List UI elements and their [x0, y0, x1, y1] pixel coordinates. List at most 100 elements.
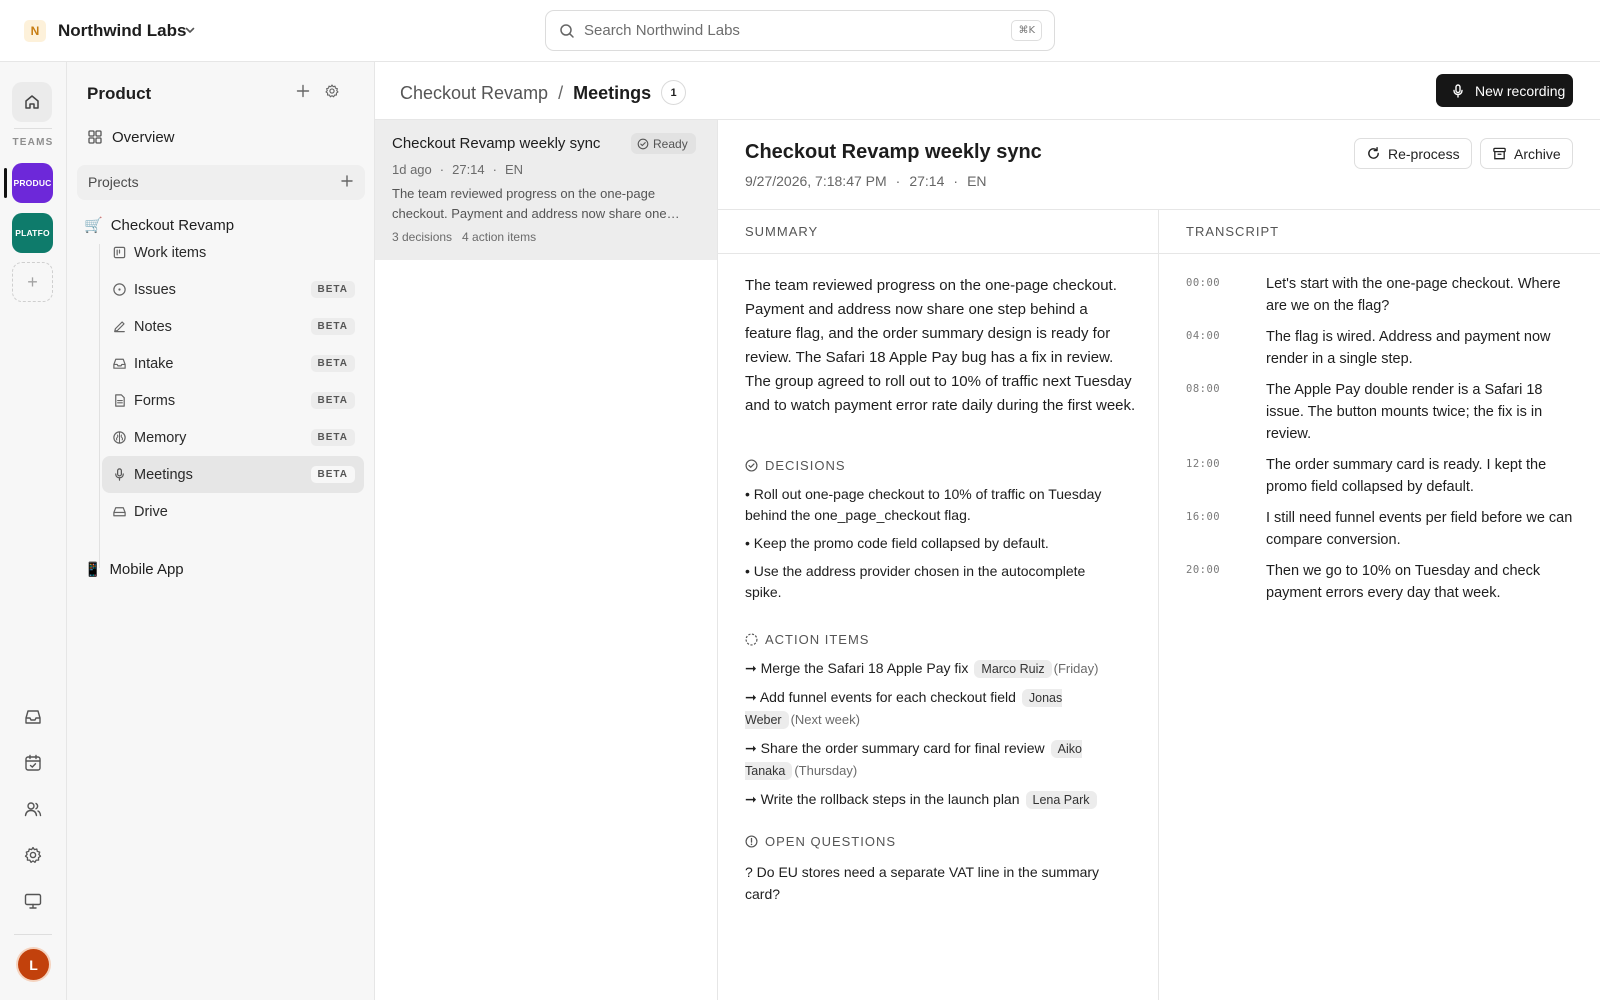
- list-item[interactable]: Checkout Revamp weekly sync Ready 1d ago…: [375, 120, 717, 260]
- avatar[interactable]: L: [18, 949, 49, 980]
- active-team-indicator: [4, 168, 7, 198]
- transcript-text: The order summary card is ready. I kept …: [1266, 457, 1547, 495]
- sidebar-item-overview[interactable]: Overview: [87, 126, 175, 148]
- action-items-count: 4 action items: [462, 230, 537, 244]
- meeting-age: 1d ago: [392, 162, 432, 177]
- drive-icon: [111, 504, 127, 520]
- calendar-icon[interactable]: [20, 750, 46, 776]
- project-sidebar: Product Overview Projects 🛒 Checkout Rev…: [67, 62, 375, 1000]
- sidebar-item-memory[interactable]: Memory BETA: [102, 419, 364, 456]
- project-mobile-app[interactable]: 📱 Mobile App: [84, 558, 184, 580]
- team-title: Product: [87, 84, 152, 103]
- gear-icon[interactable]: [324, 83, 340, 99]
- list-item: ? Do EU stores need a separate VAT line …: [745, 864, 1100, 902]
- due-date: (Thursday): [794, 763, 858, 778]
- monitor-icon[interactable]: [20, 888, 46, 914]
- sidebar-item-work-items[interactable]: Work items: [102, 234, 364, 271]
- people-icon[interactable]: [20, 796, 46, 822]
- transcript-text: Let's start with the one-page checkout. …: [1266, 276, 1561, 314]
- dashed-circle-icon: [745, 633, 758, 646]
- grid-icon: [87, 129, 103, 145]
- timestamp[interactable]: 20:00: [1186, 560, 1266, 604]
- action-item: ➞ Share the order summary card for final…: [745, 738, 1135, 782]
- section-label: DECISIONS: [765, 458, 846, 473]
- sidebar-item-label: Memory: [134, 429, 187, 446]
- top-bar: N Northwind Labs Search Northwind Labs ⌘…: [0, 0, 1600, 62]
- intake-icon: [111, 356, 127, 372]
- rail-divider: [14, 128, 52, 129]
- meeting-language: EN: [967, 173, 987, 189]
- sidebar-item-forms[interactable]: Forms BETA: [102, 382, 364, 419]
- workspace-name[interactable]: Northwind Labs: [58, 20, 186, 42]
- tree-line: [99, 244, 100, 568]
- summary-text: The team reviewed progress on the one-pa…: [745, 277, 1136, 414]
- sidebar-item-notes[interactable]: Notes BETA: [102, 308, 364, 345]
- settings-icon[interactable]: [20, 842, 46, 868]
- action-item-text: ➞ Merge the Safari 18 Apple Pay fix: [745, 660, 969, 676]
- summary-heading: SUMMARY: [718, 210, 1158, 254]
- projects-header[interactable]: Projects: [77, 165, 365, 200]
- button-label: Re-process: [1388, 145, 1460, 162]
- beta-badge: BETA: [310, 281, 355, 298]
- chevron-down-icon[interactable]: [184, 24, 196, 36]
- timestamp[interactable]: 12:00: [1186, 454, 1266, 498]
- section-label: OPEN QUESTIONS: [765, 834, 897, 849]
- archive-icon: [1492, 146, 1507, 161]
- sidebar-item-label: Notes: [134, 318, 172, 335]
- inbox-icon[interactable]: [20, 704, 46, 730]
- list-item: • Use the address provider chosen in the…: [745, 563, 1086, 600]
- project-name: Mobile App: [109, 560, 184, 578]
- project-name: Checkout Revamp: [110, 216, 235, 234]
- transcript-row: 12:00 The order summary card is ready. I…: [1186, 454, 1586, 498]
- add-project-icon[interactable]: [339, 173, 355, 189]
- action-item: ➞ Merge the Safari 18 Apple Pay fix Marco…: [745, 658, 1135, 680]
- sidebar-item-meetings[interactable]: Meetings BETA: [102, 456, 364, 493]
- search-bar[interactable]: Search Northwind Labs ⌘K: [545, 10, 1055, 51]
- reprocess-button[interactable]: Re-process: [1354, 138, 1472, 169]
- main-header: Checkout Revamp / Meetings 1 New recordi…: [375, 62, 1600, 120]
- action-items-list: ➞ Merge the Safari 18 Apple Pay fix Marco…: [745, 658, 1135, 818]
- meta-dot: ·: [895, 173, 901, 189]
- beta-badge: BETA: [310, 355, 355, 372]
- transcript-text: Then we go to 10% on Tuesday and check p…: [1266, 563, 1541, 601]
- button-label: Archive: [1514, 145, 1561, 162]
- work-items-icon: [111, 245, 127, 261]
- transcript-text: The Apple Pay double render is a Safari …: [1266, 382, 1543, 442]
- transcript-text: The flag is wired. Address and payment n…: [1266, 329, 1551, 367]
- meta-dot: ·: [953, 173, 959, 189]
- breadcrumb-project[interactable]: Checkout Revamp: [400, 82, 548, 104]
- transcript-heading: TRANSCRIPT: [1159, 210, 1600, 254]
- refresh-icon: [1366, 146, 1381, 161]
- pencil-icon: [111, 319, 127, 335]
- timestamp[interactable]: 08:00: [1186, 379, 1266, 445]
- timestamp[interactable]: 16:00: [1186, 507, 1266, 551]
- sidebar-item-issues[interactable]: Issues BETA: [102, 271, 364, 308]
- due-date: (Friday): [1053, 661, 1099, 676]
- sidebar-item-drive[interactable]: Drive: [102, 493, 364, 530]
- decisions-list: • Roll out one-page checkout to 10% of t…: [745, 484, 1125, 610]
- new-recording-button[interactable]: New recording: [1436, 74, 1573, 107]
- list-item: • Keep the promo code field collapsed by…: [745, 535, 1049, 551]
- decisions-heading: DECISIONS: [745, 458, 846, 473]
- timestamp[interactable]: 00:00: [1186, 273, 1266, 317]
- add-icon[interactable]: [295, 83, 311, 99]
- team-platform-button[interactable]: PLATFO: [12, 213, 53, 253]
- add-team-button[interactable]: +: [12, 262, 53, 302]
- meeting-detail-title: Checkout Revamp weekly sync: [745, 141, 1042, 163]
- sidebar-item-label: Meetings: [134, 466, 193, 483]
- home-icon[interactable]: [12, 82, 52, 122]
- transcript-row: 20:00 Then we go to 10% on Tuesday and c…: [1186, 560, 1586, 604]
- team-product-button[interactable]: PRODUC: [12, 163, 53, 203]
- sidebar-item-intake[interactable]: Intake BETA: [102, 345, 364, 382]
- transcript-row: 04:00 The flag is wired. Address and pay…: [1186, 326, 1586, 370]
- meta-dot: ·: [439, 162, 445, 177]
- project-checkout-revamp[interactable]: 🛒 Checkout Revamp: [84, 214, 234, 236]
- memory-icon: [111, 430, 127, 446]
- archive-button[interactable]: Archive: [1480, 138, 1573, 169]
- workspace-logo[interactable]: N: [24, 20, 46, 42]
- teams-label: TEAMS: [12, 137, 54, 148]
- timestamp[interactable]: 04:00: [1186, 326, 1266, 370]
- meeting-meta: 1d ago · 27:14 · EN: [392, 162, 523, 177]
- page-title: Meetings: [573, 82, 652, 103]
- check-circle-icon: [637, 138, 649, 150]
